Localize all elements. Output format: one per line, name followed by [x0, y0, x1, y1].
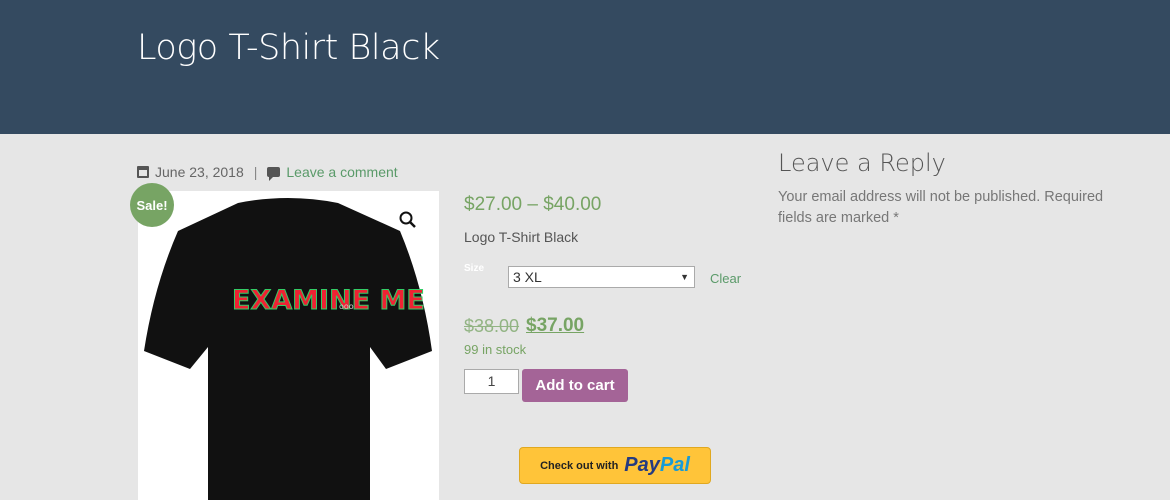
leave-comment-link[interactable]: Leave a comment: [286, 164, 397, 180]
dropdown-arrow-icon: ▼: [680, 272, 689, 282]
clear-selection-link[interactable]: Clear: [710, 271, 741, 286]
size-select[interactable]: 3 XL ▼: [508, 266, 695, 288]
tshirt-image: EXAMINE ME ooo: [144, 198, 432, 500]
zoom-icon[interactable]: [398, 210, 418, 230]
comment-icon: [267, 167, 281, 181]
paypal-checkout-button[interactable]: Check out with PayPal: [519, 447, 711, 484]
price-range: $27.00 – $40.00: [464, 194, 602, 215]
sale-price: $37.00: [526, 315, 585, 336]
page-header: Logo T-Shirt Black: [0, 0, 1170, 134]
page-title: Logo T-Shirt Black: [137, 28, 440, 68]
shirt-print-suffix: ooo: [339, 302, 354, 311]
post-meta: June 23, 2018 | Leave a comment: [137, 164, 398, 181]
calendar-icon: [137, 166, 149, 178]
size-label: Size: [464, 263, 485, 274]
meta-separator: |: [253, 164, 258, 180]
product-image[interactable]: EXAMINE ME ooo: [138, 191, 439, 500]
reply-note: Your email address will not be published…: [778, 189, 1104, 226]
stock-status: 99 in stock: [464, 342, 527, 357]
quantity-input[interactable]: 1: [464, 369, 519, 394]
product-short-description: Logo T-Shirt Black: [464, 229, 579, 245]
regular-price: $38.00: [464, 316, 520, 336]
add-to-cart-button[interactable]: Add to cart: [522, 369, 628, 402]
paypal-prefix: Check out with: [540, 459, 619, 472]
sale-badge: Sale!: [130, 183, 174, 227]
reply-heading: Leave a Reply: [778, 149, 946, 177]
post-date: June 23, 2018: [155, 164, 244, 180]
paypal-logo: PayPal: [624, 454, 690, 476]
size-selected-value: 3 XL: [513, 269, 542, 285]
shirt-print: EXAMINE ME: [232, 285, 425, 316]
